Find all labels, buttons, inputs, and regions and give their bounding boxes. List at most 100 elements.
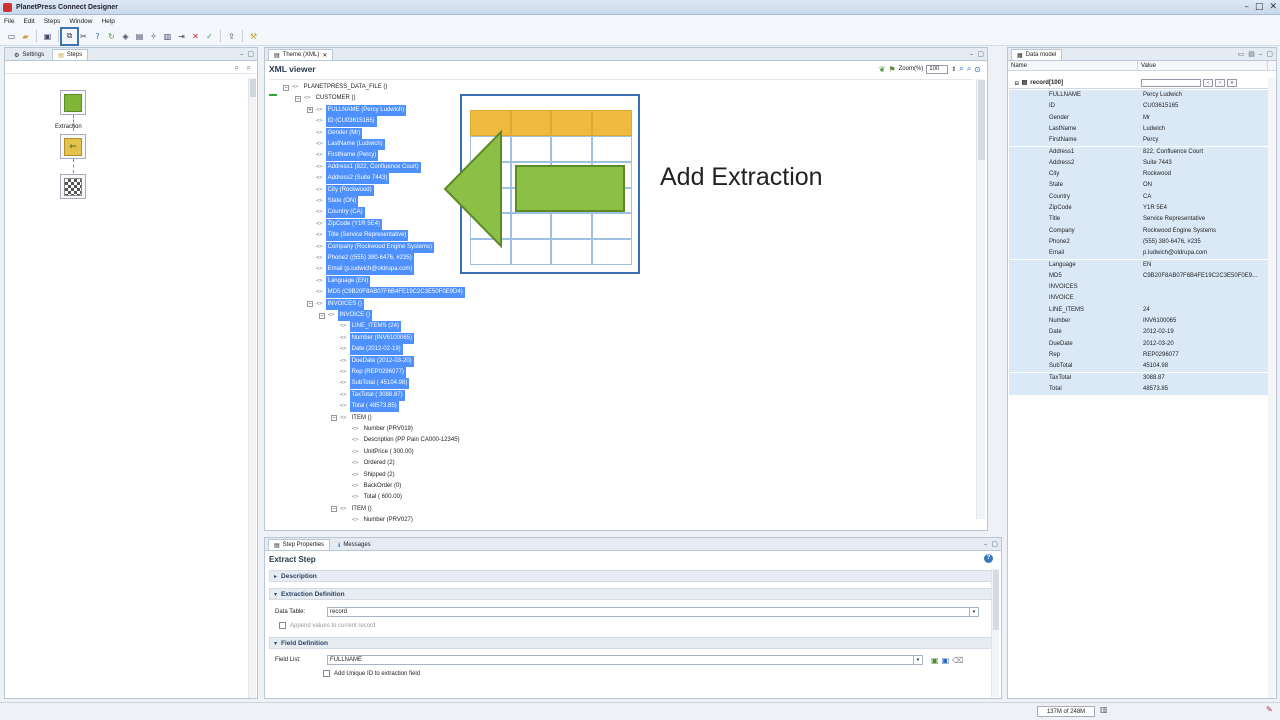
postprocessor-icon[interactable]: ▥ [162,31,173,42]
xml-node[interactable]: <> Address2 (Suite 7443) [307,173,390,185]
unique-id-checkbox[interactable] [323,670,330,677]
condition-icon[interactable]: ◈ [120,31,131,42]
zoom-input[interactable]: 100 [926,64,949,74]
menu-window[interactable]: Window [69,18,92,25]
xml-node[interactable]: <> Total ( 600.00) [343,492,404,503]
cut-icon[interactable]: ✂ [78,31,89,42]
minimize-icon[interactable]: – [1244,2,1249,12]
tab-data-model[interactable]: ▦ Data model [1011,49,1063,60]
xml-node[interactable]: <> TaxTotal ( 3088.87) [331,389,405,401]
data-model-row[interactable]: Email p.ludwich@oldrupa.com [1009,248,1271,260]
zoom-stepper-icon[interactable]: ⇕ [951,66,956,73]
help-icon[interactable]: ? [984,554,993,563]
xml-node[interactable]: <> Description (PP Pain CA000-12345) [343,435,462,446]
flag-icon[interactable]: ⚑ [888,65,895,74]
expand-toggle-icon[interactable]: − [283,84,289,91]
data-model-row[interactable]: LINE_ITEMS 24 [1009,304,1271,316]
tab-steps[interactable]: ▤ Steps [52,49,89,60]
xml-node[interactable]: <> SubTotal ( 45104.98) [331,378,410,390]
xml-node[interactable]: <> Address1 (822, Confluence Court) [307,161,421,173]
xml-node[interactable]: <> Date (2012-02-19) [331,344,403,356]
leaf-icon[interactable]: ❦ [879,65,886,74]
xml-node[interactable]: + <> FULLNAME (Percy Ludwich) [307,104,407,116]
expand-toggle-icon[interactable]: − [319,312,325,319]
step-end[interactable] [60,174,86,199]
xml-node[interactable]: − <> INVOICE () [319,310,372,321]
xml-node[interactable]: <> Email (p.ludwich@oldrupa.com) [307,264,415,276]
garbage-collect-icon[interactable]: ▥ [1100,705,1108,714]
tab-settings[interactable]: ⚙ Settings [8,49,50,60]
data-model-scrollbar[interactable] [1268,78,1275,698]
notification-icon[interactable]: ✎ [1266,705,1273,714]
append-values-checkbox[interactable] [279,622,286,629]
left-scrollbar[interactable] [248,78,256,698]
xml-node[interactable]: <> UnitPrice ( 300.00) [343,447,416,458]
goto-icon[interactable]: ⇥ [176,31,187,42]
xml-node[interactable]: <> MD5 (C9B20F8AB07F6B4FE19C2C3E50F0E9D4) [307,287,465,299]
open-icon[interactable]: ▰ [20,31,31,42]
import-icon[interactable]: ▭ [1238,50,1245,58]
zoom-out-icon[interactable]: ⌕ [235,63,239,73]
step-start[interactable] [60,90,86,115]
data-model-row[interactable]: FirstName Percy [1009,135,1271,147]
data-model-row[interactable]: Total 48573.85 [1009,383,1271,396]
data-model-row[interactable]: INVOICES [1009,282,1271,294]
data-model-row[interactable]: TaxTotal 3088.87 [1009,372,1271,384]
xml-node[interactable]: <> Gender (Mr) [307,127,363,139]
xml-node[interactable]: <> DueDate (2012-03-20) [331,355,414,367]
xml-node[interactable]: <> Phone2 ((555) 380-6476, #235) [307,253,414,264]
export-icon[interactable]: ⇪ [226,31,237,42]
xml-node[interactable]: <> Ordered (2) [343,458,397,469]
close-icon[interactable]: ✕ [1269,2,1277,12]
brush-icon[interactable]: ⚒ [248,31,259,42]
previous-record-icon[interactable]: ‹ [1203,79,1213,87]
data-table-select[interactable]: record ▾ [327,607,979,617]
data-model-row[interactable]: Rep REP0296077 [1009,349,1271,362]
menu-help[interactable]: Help [101,18,114,25]
data-model-row[interactable]: LastName Ludwich [1009,123,1271,136]
xml-node[interactable]: − <> CUSTOMER () [295,93,358,104]
collapse-icon[interactable]: ▤ [1248,50,1255,58]
tab-theme-xml[interactable]: ▤ Theme (XML) ✕ [268,49,334,60]
minimize-panel-icon[interactable]: – [984,540,988,548]
maximize-panel-icon[interactable]: ▢ [1266,50,1273,58]
zoom-in-icon[interactable]: ⌕ [959,64,963,74]
data-model-row[interactable]: Phone2 (555) 380-6476, #235 [1009,236,1271,249]
section-description[interactable]: ▸ Description [269,570,997,582]
xml-node[interactable]: <> LastName (Ludwich) [307,139,385,150]
expand-toggle-icon[interactable]: + [307,107,313,114]
data-model-row[interactable]: Number INV6100065 [1009,316,1271,328]
xml-node[interactable]: <> Number (INV6100065) [331,332,414,344]
tab-messages[interactable]: ℹ Messages [332,539,377,550]
xml-node[interactable]: <> ZipCode (Y1R 5E4) [307,218,382,230]
repeat-icon[interactable]: ▤ [134,31,145,42]
maximize-panel-icon[interactable]: ▢ [247,50,254,58]
xml-node[interactable]: <> Number (PRV019) [343,424,415,435]
data-model-row[interactable]: SubTotal 45104.98 [1009,361,1271,373]
xml-node[interactable]: − <> PLANETPRESS_DATA_FILE () [283,82,389,93]
expand-toggle-icon[interactable]: − [331,415,337,422]
tab-close-icon[interactable]: ✕ [322,52,327,59]
minimize-panel-icon[interactable]: – [1259,50,1263,58]
minimize-panel-icon[interactable]: – [970,50,974,58]
data-model-row[interactable]: Gender Mr [1009,112,1271,124]
data-model-row[interactable]: INVOICE [1009,293,1271,305]
data-model-row[interactable]: Country CA [1009,191,1271,203]
xml-node[interactable]: <> City (Rockwood) [307,184,374,196]
expand-toggle-icon[interactable]: − [295,95,301,102]
xml-node[interactable]: <> FirstName (Percy) [307,150,379,162]
expand-toggle-icon[interactable]: − [331,506,337,513]
collapse-node-icon[interactable]: ⊟ [1015,78,1019,89]
menu-edit[interactable]: Edit [23,18,34,25]
xml-node[interactable]: <> Title (Service Representative) [307,230,409,242]
xml-node[interactable]: <> LINE_ITEMS (24) [331,321,401,333]
save-icon[interactable]: ▣ [42,31,53,42]
section-extraction-definition[interactable]: ▾ Extraction Definition [269,588,997,600]
delete-icon[interactable]: ✕ [190,31,201,42]
data-model-row[interactable]: MD5 C9B20F8AB07F6B4FE19C2C3E50F0E9... [1009,270,1271,283]
data-model-row[interactable]: Language EN [1009,259,1271,271]
rename-field-icon[interactable]: ▣ [942,656,950,665]
next-record-icon[interactable]: › [1215,79,1225,87]
data-model-row[interactable]: Company Rockwood Engine Systems [1009,225,1271,237]
record-row[interactable]: ⊟ ▤ record[100] ‹ › » [1009,78,1271,89]
